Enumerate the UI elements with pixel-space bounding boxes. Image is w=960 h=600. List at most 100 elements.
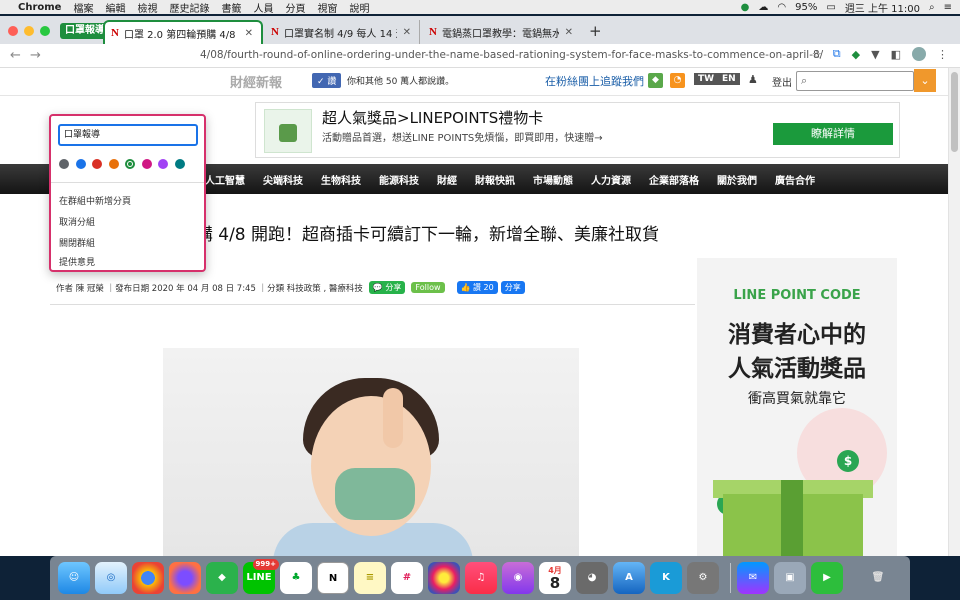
menu-bookmarks[interactable]: 書籤 — [221, 0, 241, 15]
menu-app-name[interactable]: Chrome — [18, 2, 61, 13]
lang-tw-button[interactable]: TW — [694, 73, 719, 85]
control-center-icon[interactable]: ≡ — [944, 2, 952, 13]
site-logo[interactable]: 財經新報 — [230, 72, 282, 91]
menu-people[interactable]: 人員 — [253, 0, 273, 15]
follow-fanpage-text[interactable]: 在粉絲團上追蹤我們 — [545, 73, 644, 89]
forward-icon[interactable]: → — [30, 48, 41, 63]
photos-icon[interactable] — [428, 562, 460, 594]
extension-icon[interactable]: ◧ — [891, 48, 901, 61]
tab-close-icon[interactable]: ✕ — [245, 28, 253, 39]
nav-item-hr[interactable]: 人力資源 — [591, 172, 631, 187]
battery-percent[interactable]: 95% — [795, 2, 817, 13]
ad-learn-more-button[interactable]: 瞭解詳情 — [773, 123, 893, 145]
ad-title[interactable]: 超人氣獎品>LINEPOINTS禮物卡 — [322, 107, 543, 128]
menu-close-group[interactable]: 關閉群組 — [59, 236, 95, 249]
zoom-window-button[interactable] — [40, 26, 50, 36]
menu-file[interactable]: 檔案 — [73, 0, 93, 15]
preview-icon[interactable]: ▣ — [774, 562, 806, 594]
minimize-window-button[interactable] — [24, 26, 34, 36]
feedly-dock-icon[interactable]: ◆ — [206, 562, 238, 594]
fb-like-button[interactable]: ✓ 讚 — [312, 73, 342, 88]
menu-ungroup[interactable]: 取消分組 — [59, 215, 95, 228]
color-blue[interactable] — [75, 159, 86, 169]
feedly-follow-button[interactable]: Follow — [411, 282, 445, 293]
banner-ad[interactable]: 超人氣獎品>LINEPOINTS禮物卡 活動贈品首選，想送LINE POINTS… — [255, 102, 900, 158]
nav-item-market[interactable]: 市場動態 — [533, 172, 573, 187]
nav-item-blog[interactable]: 企業部落格 — [649, 172, 699, 187]
site-search-input[interactable]: ⌕ — [796, 71, 914, 91]
menu-add-tab-to-group[interactable]: 在群組中新增分頁 — [59, 194, 131, 207]
notion-icon[interactable]: N — [317, 562, 349, 594]
slack-icon[interactable]: # — [391, 562, 423, 594]
feedly-icon[interactable]: ◆ — [648, 73, 663, 88]
wifi-icon[interactable]: ◠ — [777, 2, 786, 13]
calendar-icon[interactable]: 4月 8 — [539, 562, 571, 594]
trash-icon[interactable]: 🗑 — [862, 562, 894, 594]
line-status-icon[interactable]: ● — [741, 2, 750, 13]
pocket-icon[interactable]: ▼ — [871, 48, 879, 61]
bookmark-star-icon[interactable]: ☆ — [812, 48, 822, 61]
line-share-button[interactable]: 💬 分享 — [368, 281, 406, 294]
menu-kebab-icon[interactable]: ⋮ — [937, 48, 948, 61]
translate-icon[interactable]: ⧉ — [833, 47, 841, 61]
back-icon[interactable]: ← — [10, 48, 21, 63]
nav-item-tech[interactable]: 尖端科技 — [263, 172, 303, 187]
menu-tab[interactable]: 分頁 — [285, 0, 305, 15]
tab-rice-cooker-mask[interactable]: N 電鍋蒸口罩教學：電鍋無水加熱 ✕ — [423, 20, 581, 44]
color-orange[interactable] — [108, 159, 119, 169]
clock[interactable]: 週三 上午 11:00 — [845, 0, 920, 15]
tab-close-icon[interactable]: ✕ — [403, 27, 411, 38]
nav-item-ads[interactable]: 廣告合作 — [775, 172, 815, 187]
evernote-dock-icon[interactable]: ♣ — [280, 562, 312, 594]
menu-help[interactable]: 說明 — [349, 0, 369, 15]
messenger-icon[interactable]: ✉ — [737, 562, 769, 594]
nav-item-about[interactable]: 關於我們 — [717, 172, 757, 187]
scanner-icon[interactable]: ◕ — [576, 562, 608, 594]
color-red[interactable] — [92, 159, 102, 169]
chrome-icon[interactable] — [132, 562, 164, 594]
group-name-input[interactable]: 口罩報導 — [58, 124, 198, 146]
battery-icon[interactable]: ▭ — [826, 2, 835, 13]
lang-en-button[interactable]: EN — [718, 73, 740, 85]
spotlight-icon[interactable]: ⌕ — [929, 2, 935, 13]
color-pink[interactable] — [141, 159, 152, 169]
logout-link[interactable]: 登出 — [772, 74, 792, 89]
safari-icon[interactable]: ◎ — [95, 562, 127, 594]
nav-item-energy[interactable]: 能源科技 — [379, 172, 419, 187]
menu-edit[interactable]: 編輯 — [105, 0, 125, 15]
close-window-button[interactable] — [8, 26, 18, 36]
profile-avatar[interactable] — [912, 47, 926, 61]
nav-item-earnings[interactable]: 財報快訊 — [475, 172, 515, 187]
app-store-icon[interactable]: A — [613, 562, 645, 594]
tab-active[interactable]: N 口罩 2.0 第四輪預購 4/8 開跑！超 ✕ — [103, 20, 263, 44]
color-purple[interactable] — [158, 159, 168, 169]
fb-share-button[interactable]: 分享 — [500, 281, 525, 294]
tab-close-icon[interactable]: ✕ — [565, 27, 573, 38]
notes-icon[interactable]: ≡ — [354, 562, 386, 594]
color-green-selected[interactable] — [125, 159, 135, 169]
system-preferences-icon[interactable]: ⚙ — [687, 562, 719, 594]
color-cyan[interactable] — [174, 159, 185, 169]
user-icon[interactable]: ♟ — [748, 73, 758, 86]
new-tab-button[interactable]: + — [589, 22, 602, 40]
evernote-icon[interactable]: ◆ — [852, 48, 860, 61]
nav-item-finance[interactable]: 財經 — [437, 172, 457, 187]
search-dropdown-icon[interactable]: ⌄ — [914, 69, 936, 92]
side-ad[interactable]: LINE POINT CODE 消費者心中的 人氣活動獎品 衝高買氣就靠它 $ … — [697, 258, 897, 556]
firefox-icon[interactable] — [169, 562, 201, 594]
finder-icon[interactable]: ☺ — [58, 562, 90, 594]
podcasts-icon[interactable]: ◉ — [502, 562, 534, 594]
fb-like-article-button[interactable]: 👍 讚 20 — [456, 281, 498, 294]
scrollbar-thumb[interactable] — [951, 72, 958, 152]
menu-window[interactable]: 視窗 — [317, 0, 337, 15]
rss-icon[interactable]: ◔ — [670, 73, 685, 88]
music-icon[interactable]: ♫ — [465, 562, 497, 594]
address-bar-url[interactable]: 4/08/fourth-round-of-online-ordering-und… — [200, 49, 823, 61]
color-grey[interactable] — [59, 159, 69, 169]
nav-item-ai[interactable]: 人工智慧 — [205, 172, 245, 187]
kindle-icon[interactable]: K — [650, 562, 682, 594]
menu-history[interactable]: 歷史記錄 — [169, 0, 209, 15]
line-app-icon[interactable]: LINE 999+ — [243, 559, 279, 594]
facetime-icon[interactable]: ▶ — [811, 562, 843, 594]
nav-item-bio[interactable]: 生物科技 — [321, 172, 361, 187]
